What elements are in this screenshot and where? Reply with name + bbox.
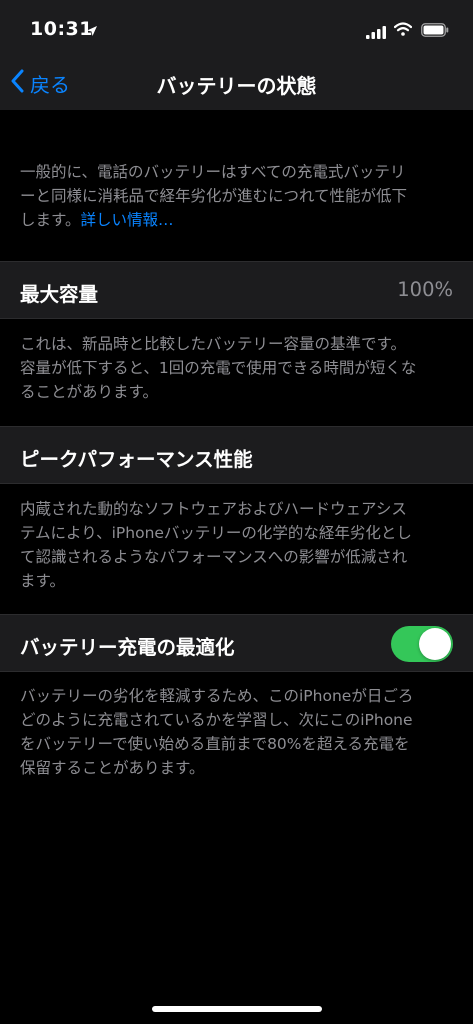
- max-capacity-value: 100%: [397, 278, 453, 301]
- toggle-knob: [419, 628, 451, 660]
- optimized-charging-toggle[interactable]: [391, 626, 453, 662]
- optimized-charging-description: バッテリーの劣化を軽減するため、このiPhoneが日ごろ どのように充電されてい…: [20, 687, 414, 777]
- max-capacity-label: 最大容量: [20, 283, 99, 306]
- optimized-charging-row: バッテリー充電の最適化: [0, 614, 473, 672]
- location-icon: [86, 22, 98, 41]
- intro-text: 一般的に、電話のバッテリーはすべての充電式バッテリ ーと同様に消耗品で経年劣化が…: [20, 163, 408, 229]
- battery-icon: [421, 22, 449, 41]
- optimized-charging-label: バッテリー充電の最適化: [20, 636, 235, 659]
- status-time: 10:31: [30, 18, 93, 40]
- signal-icon: [366, 24, 386, 43]
- peak-performance-label: ピークパフォーマンス性能: [20, 448, 253, 471]
- page-title: バッテリーの状態: [156, 74, 317, 98]
- max-capacity-description: これは、新品時と比較したバッテリー容量の基準です。 容量が低下すると、1回の充電…: [20, 335, 417, 401]
- status-bar: 10:31: [0, 0, 473, 56]
- peak-performance-row: ピークパフォーマンス性能: [0, 426, 473, 484]
- home-indicator[interactable]: [152, 1006, 322, 1012]
- peak-performance-description: 内蔵された動的なソフトウェアおよびハードウェアシス テムにより、iPhoneバッ…: [20, 500, 412, 590]
- max-capacity-row: 最大容量 100%: [0, 261, 473, 319]
- wifi-icon: [393, 21, 413, 40]
- learn-more-link[interactable]: 詳しい情報…: [80, 211, 173, 229]
- navigation-bar: 戻る バッテリーの状態: [0, 56, 473, 110]
